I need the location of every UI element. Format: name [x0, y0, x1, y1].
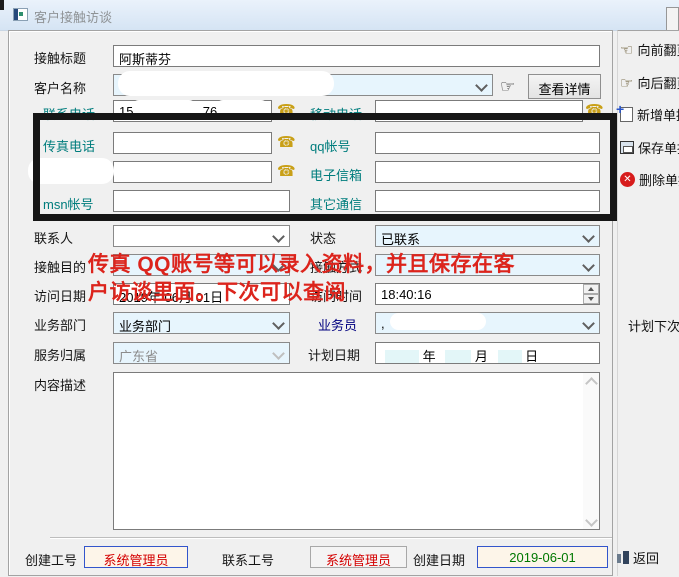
- plan-date-day-char: 日: [525, 349, 538, 364]
- next-record-button[interactable]: ☞ 向后翻页: [620, 73, 679, 92]
- textarea-scrollbar[interactable]: [583, 373, 599, 529]
- creator-id-label: 创建工号: [25, 550, 77, 569]
- visit-time-picker[interactable]: 18:40:16: [375, 283, 600, 305]
- contact-person-label: 联系人: [34, 228, 73, 247]
- contact-id-label: 联系工号: [222, 550, 274, 569]
- hand-left-icon: ☜: [620, 41, 633, 59]
- visit-time-value: 18:40:16: [381, 287, 432, 302]
- create-date-label: 创建日期: [413, 550, 465, 569]
- hand-right-icon: ☞: [620, 74, 633, 92]
- redaction-mark-phone-1: [132, 100, 196, 114]
- view-details-button[interactable]: 查看详情: [528, 74, 601, 99]
- redaction-mark-phone-2: [216, 100, 268, 114]
- service-area-value: 广东省: [119, 349, 158, 364]
- new-document-icon: [620, 107, 633, 122]
- chevron-down-icon[interactable]: [272, 230, 285, 243]
- window-title: 客户接触访谈: [34, 7, 112, 26]
- customer-name-label: 客户名称: [34, 78, 86, 97]
- footer-separator: [50, 537, 612, 538]
- annotation-red-note-line1: 传真 QQ账号等可以录入资料，并且保存在客: [88, 248, 515, 278]
- prev-record-button[interactable]: ☜ 向前翻页: [620, 40, 679, 59]
- business-dept-combobox[interactable]: 业务部门: [113, 312, 290, 334]
- time-spin-up-button[interactable]: [583, 284, 599, 294]
- plan-date-month-segment[interactable]: [445, 350, 471, 364]
- contact-title-value: 阿斯蒂芬: [119, 52, 171, 67]
- plan-date-year-segment[interactable]: [385, 350, 419, 364]
- time-spin-down-button[interactable]: [583, 294, 599, 304]
- screen-corner-artifact: [0, 0, 4, 10]
- status-label: 状态: [310, 228, 336, 247]
- annotation-black-rectangle: [33, 113, 617, 221]
- contact-person-combobox[interactable]: [113, 225, 290, 247]
- save-record-label: 保存单据: [638, 138, 679, 157]
- redaction-mark-salesman: [390, 313, 486, 330]
- plan-date-day-segment[interactable]: [498, 350, 522, 364]
- contact-id-value-box: 系统管理员: [310, 546, 407, 568]
- save-floppy-icon: [620, 141, 634, 154]
- content-desc-label: 内容描述: [34, 375, 86, 394]
- contact-title-label: 接触标题: [34, 48, 86, 67]
- customer-contact-interview-window: 客户接触访谈 接触标题 阿斯蒂芬 客户名称 ☞ 查看详情 联系电话 15 76 …: [0, 0, 679, 577]
- delete-x-icon: ✕: [620, 172, 635, 187]
- annotation-red-note-line2: 户访谈里面。下次可以查阅: [88, 276, 346, 306]
- add-record-label: 新增单据: [637, 105, 679, 124]
- chevron-down-icon: [272, 347, 285, 360]
- contact-purpose-label: 接触目的: [34, 257, 86, 276]
- chevron-down-icon[interactable]: [582, 259, 595, 272]
- visit-date-label: 访问日期: [34, 286, 86, 305]
- save-record-button[interactable]: 保存单据: [620, 138, 679, 157]
- chevron-down-icon[interactable]: [582, 230, 595, 243]
- next-record-label: 向后翻页: [637, 73, 679, 92]
- salesman-label: 业务员: [318, 315, 357, 334]
- pointing-hand-icon[interactable]: ☞: [500, 78, 515, 95]
- titlebar-partial-button[interactable]: [666, 7, 679, 31]
- delete-record-button[interactable]: ✕ 删除单据: [620, 170, 679, 189]
- business-dept-value: 业务部门: [119, 319, 171, 334]
- back-label: 返回: [633, 548, 659, 567]
- prev-record-label: 向前翻页: [637, 40, 679, 59]
- exit-door-icon: [616, 550, 629, 565]
- redaction-mark-customer-name: [118, 71, 334, 96]
- create-date-value-box: 2019-06-01: [477, 546, 608, 568]
- plan-date-year-char: 年: [423, 349, 436, 364]
- chevron-down-icon[interactable]: [582, 317, 595, 330]
- service-area-label: 服务归属: [34, 345, 86, 364]
- contact-title-input[interactable]: 阿斯蒂芬: [113, 45, 600, 67]
- business-dept-label: 业务部门: [34, 315, 86, 334]
- chevron-down-icon[interactable]: [272, 317, 285, 330]
- plan-next-label: 计划下次: [628, 316, 679, 335]
- plan-date-month-char: 月: [475, 349, 488, 364]
- add-record-button[interactable]: 新增单据: [620, 105, 679, 124]
- status-combobox[interactable]: 已联系: [375, 225, 600, 247]
- chevron-down-icon[interactable]: [475, 79, 488, 92]
- window-titlebar: 客户接触访谈: [0, 0, 679, 31]
- plan-date-picker[interactable]: 年 月 日: [375, 342, 600, 364]
- content-desc-textarea[interactable]: [113, 372, 600, 530]
- window-icon: [13, 8, 28, 21]
- status-value: 已联系: [381, 232, 420, 247]
- salesman-fragment: ,: [381, 316, 385, 331]
- creator-id-value-box: 系统管理员: [84, 546, 188, 568]
- delete-record-label: 删除单据: [639, 170, 679, 189]
- plan-date-label: 计划日期: [308, 345, 360, 364]
- back-button[interactable]: 返回: [616, 548, 659, 567]
- service-area-combobox[interactable]: 广东省: [113, 342, 290, 364]
